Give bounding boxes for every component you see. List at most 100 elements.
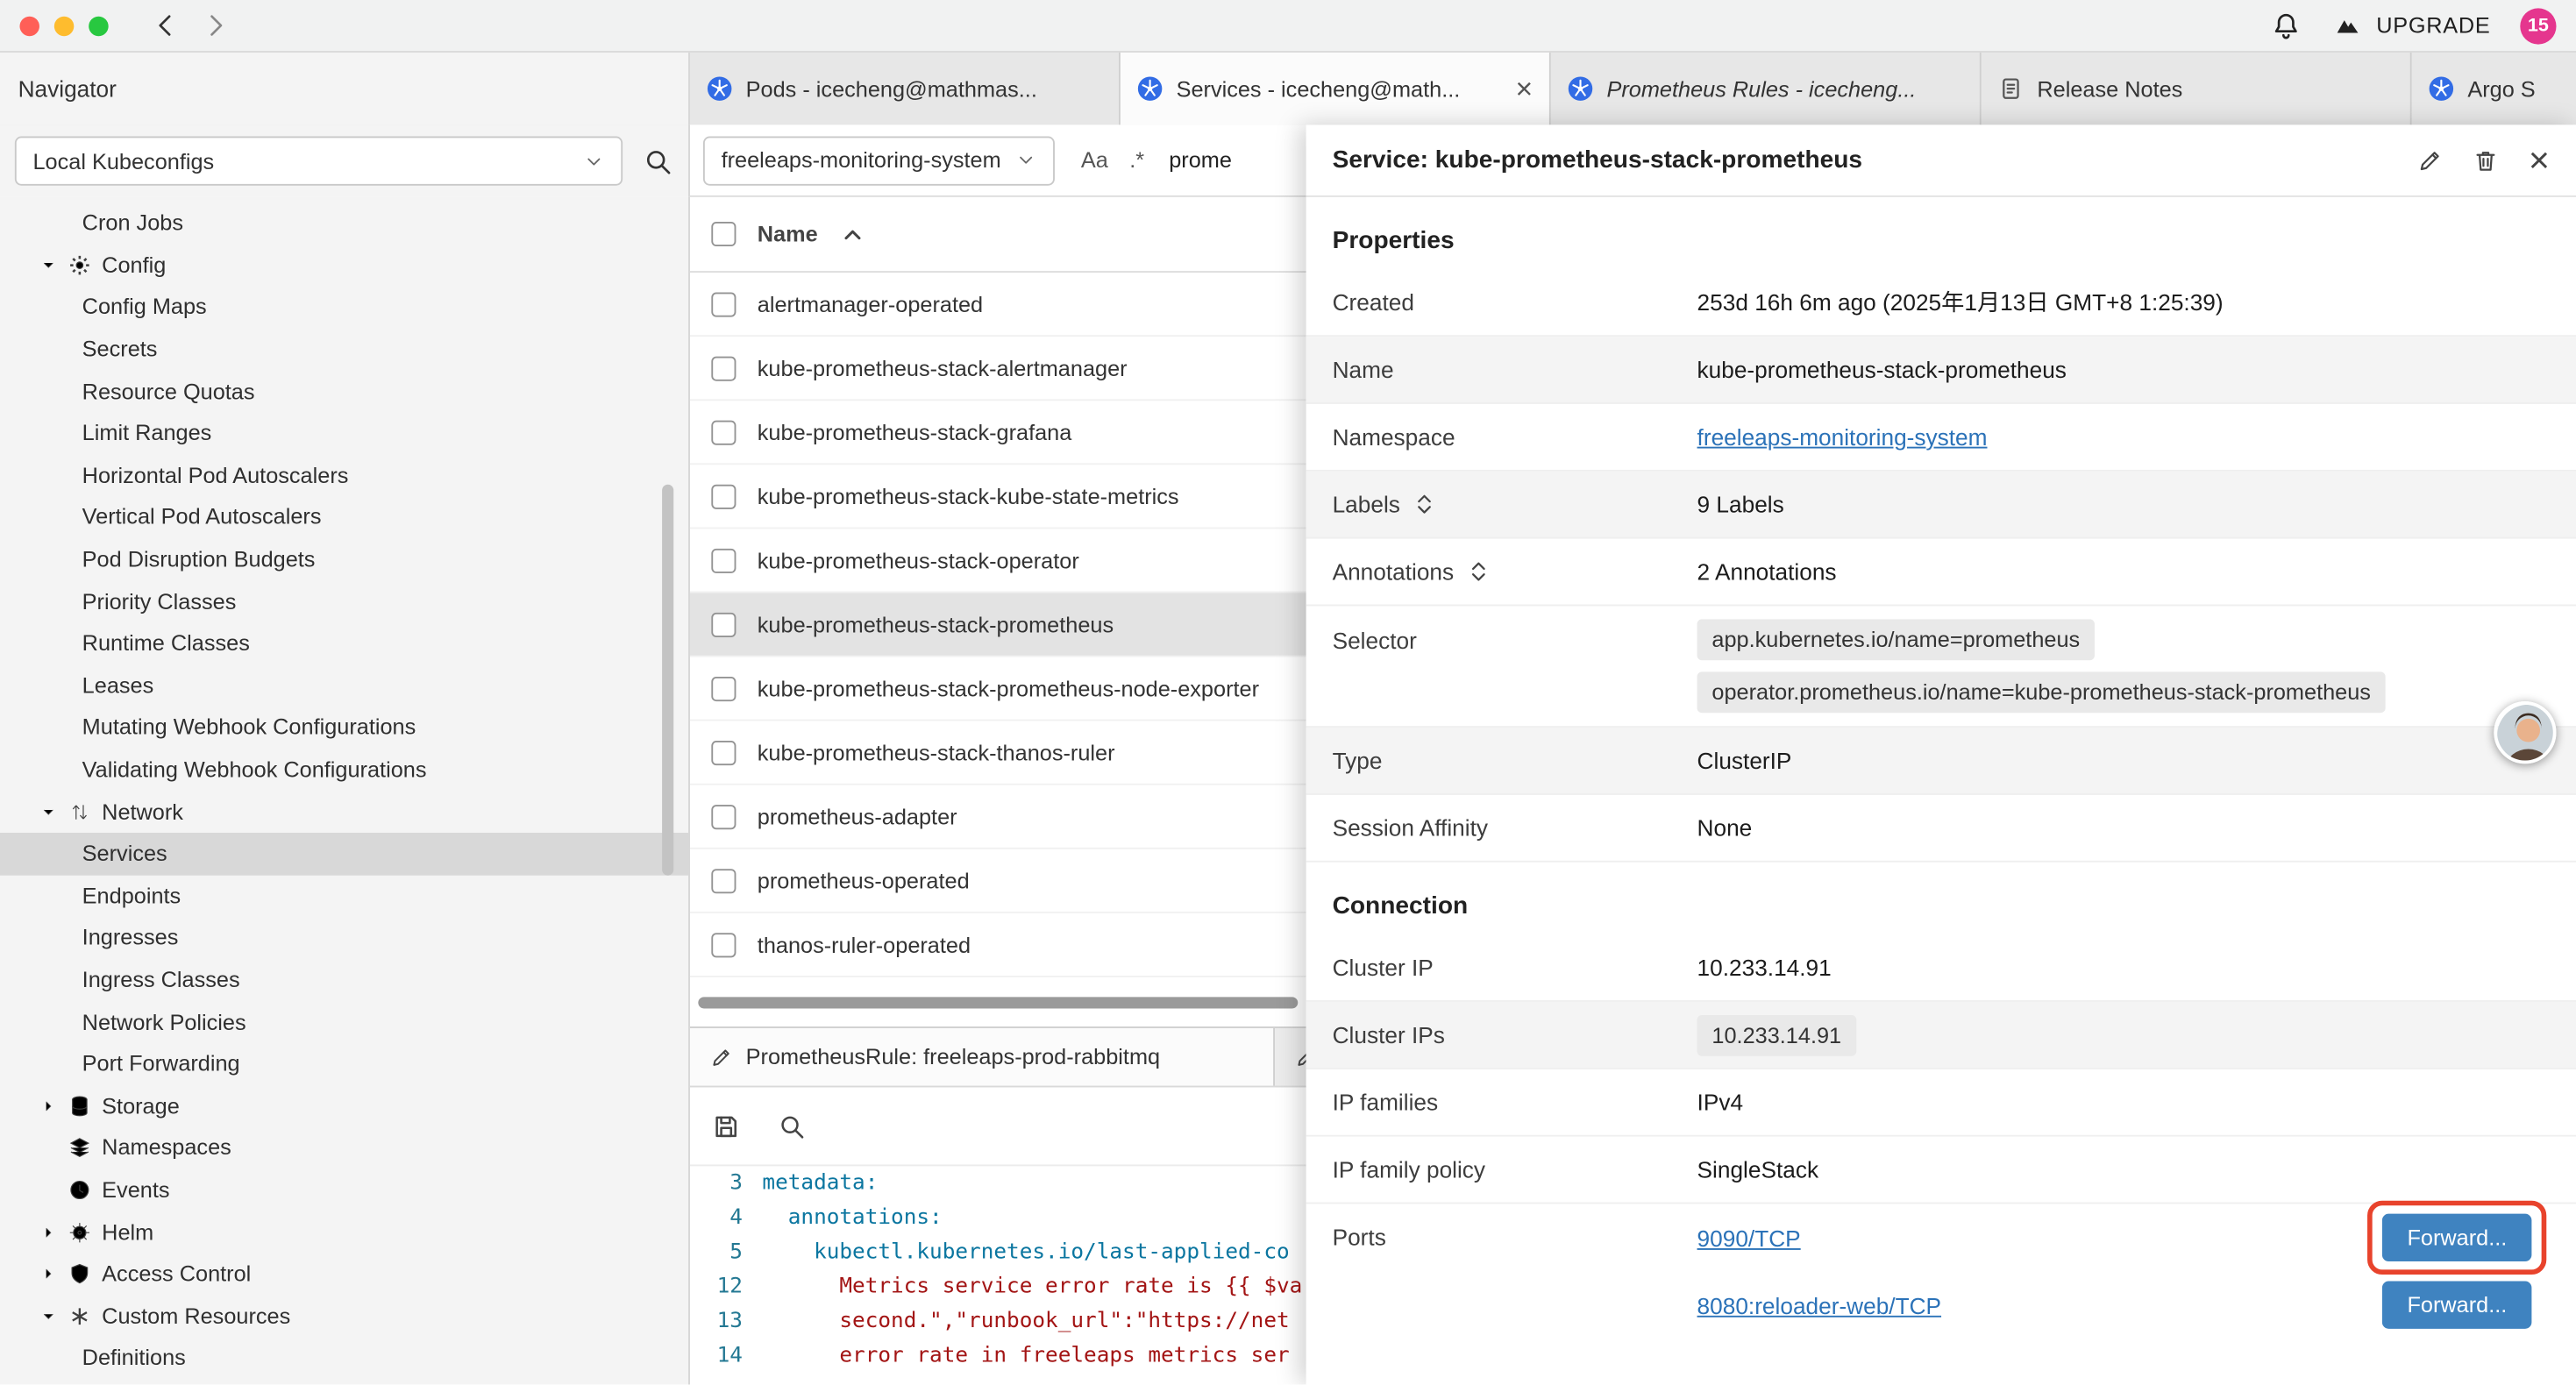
connection-row-cluster-ip: Cluster IP 10.233.14.91 <box>1306 934 2576 1002</box>
tab-argo[interactable]: Argo S <box>2412 53 2576 124</box>
chevron-down-icon[interactable] <box>39 803 58 821</box>
sidebar-item-endpoints[interactable]: Endpoints <box>0 875 688 917</box>
drawer-body: Properties Created 253d 16h 6m ago (2025… <box>1306 197 2576 1385</box>
sidebar-item-access-control[interactable]: Access Control <box>0 1253 688 1295</box>
property-row-annotations: Annotations 2 Annotations <box>1306 539 2576 607</box>
sidebar-item-secrets[interactable]: Secrets <box>0 328 688 370</box>
close-window-button[interactable] <box>19 16 39 35</box>
sidebar-item-config-maps[interactable]: Config Maps <box>0 286 688 328</box>
regex-button[interactable]: .* <box>1129 148 1144 173</box>
sidebar-item-helm[interactable]: Helm <box>0 1211 688 1253</box>
sidebar-item-services[interactable]: Services <box>0 833 688 875</box>
forward-button[interactable]: Forward... <box>2382 1214 2531 1261</box>
match-case-button[interactable]: Aa <box>1081 148 1108 173</box>
expand-toggle-icon[interactable] <box>1465 558 1491 585</box>
row-checkbox[interactable] <box>711 804 736 828</box>
sidebar-item-events[interactable]: Events <box>0 1168 688 1211</box>
sidebar-item-priority-classes[interactable]: Priority Classes <box>0 580 688 622</box>
code-line: error rate in freeleaps metrics ser <box>762 1339 1289 1373</box>
events-icon <box>68 1177 92 1202</box>
property-row-namespace: Namespace freeleaps-monitoring-system <box>1306 404 2576 472</box>
sidebar-item-network[interactable]: Network <box>0 791 688 833</box>
tab-pods[interactable]: Pods - icecheng@mathmas... <box>690 53 1121 124</box>
sidebar-item-pod-disruption-budgets[interactable]: Pod Disruption Budgets <box>0 538 688 580</box>
kubernetes-icon <box>2428 75 2454 102</box>
forward-button[interactable]: Forward... <box>2382 1282 2531 1329</box>
delete-icon[interactable] <box>2473 147 2499 174</box>
property-row-name: Name kube-prometheus-stack-prometheus <box>1306 337 2576 404</box>
port-link[interactable]: 9090/TCP <box>1697 1225 1801 1251</box>
expand-toggle-icon[interactable] <box>1412 491 1438 517</box>
sidebar-item-namespaces[interactable]: Namespaces <box>0 1126 688 1168</box>
notifications-bell-icon[interactable] <box>2271 10 2302 41</box>
row-checkbox[interactable] <box>711 420 736 444</box>
sidebar-item-limit-ranges[interactable]: Limit Ranges <box>0 412 688 454</box>
sidebar-item-network-policies[interactable]: Network Policies <box>0 1001 688 1043</box>
row-checkbox[interactable] <box>711 740 736 764</box>
row-checkbox[interactable] <box>711 932 736 956</box>
chevron-right-icon[interactable] <box>39 1265 58 1283</box>
upgrade-button[interactable]: UPGRADE <box>2332 12 2491 39</box>
namespace-link[interactable]: freeleaps-monitoring-system <box>1697 423 1988 450</box>
sidebar-item-runtime-classes[interactable]: Runtime Classes <box>0 622 688 664</box>
row-checkbox[interactable] <box>711 868 736 892</box>
close-drawer-icon[interactable]: × <box>2529 142 2550 178</box>
sidebar-item-resource-quotas[interactable]: Resource Quotas <box>0 370 688 412</box>
sidebar-scrollbar[interactable] <box>662 485 673 876</box>
select-all-checkbox[interactable] <box>711 222 736 246</box>
editor-search-icon[interactable] <box>777 1112 807 1141</box>
sidebar-item-custom-resources[interactable]: Custom Resources <box>0 1295 688 1337</box>
avatar[interactable] <box>2494 701 2556 764</box>
chevron-right-icon[interactable] <box>39 1097 58 1115</box>
sidebar-item-validating-webhook-configurations[interactable]: Validating Webhook Configurations <box>0 749 688 791</box>
notification-count-badge[interactable]: 15 <box>2520 7 2556 43</box>
drawer-header: Service: kube-prometheus-stack-prometheu… <box>1306 124 2576 196</box>
chevron-down-icon[interactable] <box>39 256 58 274</box>
name-column-header[interactable]: Name <box>758 222 818 246</box>
tab-services[interactable]: Services - icecheng@math... × <box>1121 53 1551 124</box>
chevron-down-icon[interactable] <box>39 1307 58 1325</box>
chevron-right-icon[interactable] <box>39 1223 58 1241</box>
sidebar-item-port-forwarding[interactable]: Port Forwarding <box>0 1043 688 1085</box>
property-row-labels: Labels 9 Labels <box>1306 472 2576 539</box>
row-checkbox[interactable] <box>711 548 736 572</box>
tab-release-notes[interactable]: Release Notes <box>1982 53 2412 124</box>
sidebar-item-mutating-webhook-configurations[interactable]: Mutating Webhook Configurations <box>0 707 688 749</box>
close-tab-icon[interactable]: × <box>1515 74 1533 103</box>
sidebar-item-cron-jobs[interactable]: Cron Jobs <box>0 202 688 244</box>
sidebar-item-leases[interactable]: Leases <box>0 664 688 707</box>
maximize-window-button[interactable] <box>89 16 108 35</box>
back-icon[interactable] <box>151 10 182 41</box>
minimize-window-button[interactable] <box>54 16 74 35</box>
sidebar-item-vertical-pod-autoscalers[interactable]: Vertical Pod Autoscalers <box>0 496 688 538</box>
forward-icon[interactable] <box>199 10 231 41</box>
tab-prometheus-rules[interactable]: Prometheus Rules - icecheng... <box>1551 53 1982 124</box>
property-row-session-affinity: Session Affinity None <box>1306 795 2576 863</box>
port-link[interactable]: 8080:reloader-web/TCP <box>1697 1292 1942 1318</box>
sidebar-item-horizontal-pod-autoscalers[interactable]: Horizontal Pod Autoscalers <box>0 454 688 496</box>
namespace-selector[interactable]: freeleaps-monitoring-system <box>703 136 1055 185</box>
kubernetes-icon <box>707 75 733 102</box>
navigator-tree: Cron Jobs Config Config Maps Secrets Res… <box>0 197 690 1385</box>
sidebar-item-ingress-classes[interactable]: Ingress Classes <box>0 959 688 1001</box>
row-checkbox[interactable] <box>711 484 736 508</box>
row-checkbox[interactable] <box>711 356 736 380</box>
connection-row-ip-family-policy: IP family policy SingleStack <box>1306 1137 2576 1204</box>
sidebar-item-ingresses[interactable]: Ingresses <box>0 917 688 959</box>
row-checkbox[interactable] <box>711 292 736 316</box>
row-checkbox[interactable] <box>711 612 736 636</box>
sort-ascending-icon[interactable] <box>839 221 865 247</box>
navigator-search-icon[interactable] <box>643 146 674 177</box>
horizontal-scrollbar[interactable] <box>698 997 1298 1008</box>
drawer-title: Service: kube-prometheus-stack-prometheu… <box>1333 146 2387 174</box>
kubeconfig-selector[interactable]: Local Kubeconfigs <box>15 137 623 186</box>
search-input[interactable] <box>1165 146 1287 174</box>
dock-tab-prometheusrule[interactable]: PrometheusRule: freeleaps-prod-rabbitmq <box>690 1028 1275 1086</box>
sidebar-item-definitions[interactable]: Definitions <box>0 1337 688 1379</box>
edit-icon[interactable] <box>2417 147 2444 174</box>
save-icon[interactable] <box>711 1112 741 1141</box>
row-checkbox[interactable] <box>711 676 736 700</box>
sidebar-item-storage[interactable]: Storage <box>0 1085 688 1127</box>
code-line: kubectl.kubernetes.io/last-applied-co <box>762 1235 1289 1269</box>
sidebar-item-config[interactable]: Config <box>0 244 688 286</box>
